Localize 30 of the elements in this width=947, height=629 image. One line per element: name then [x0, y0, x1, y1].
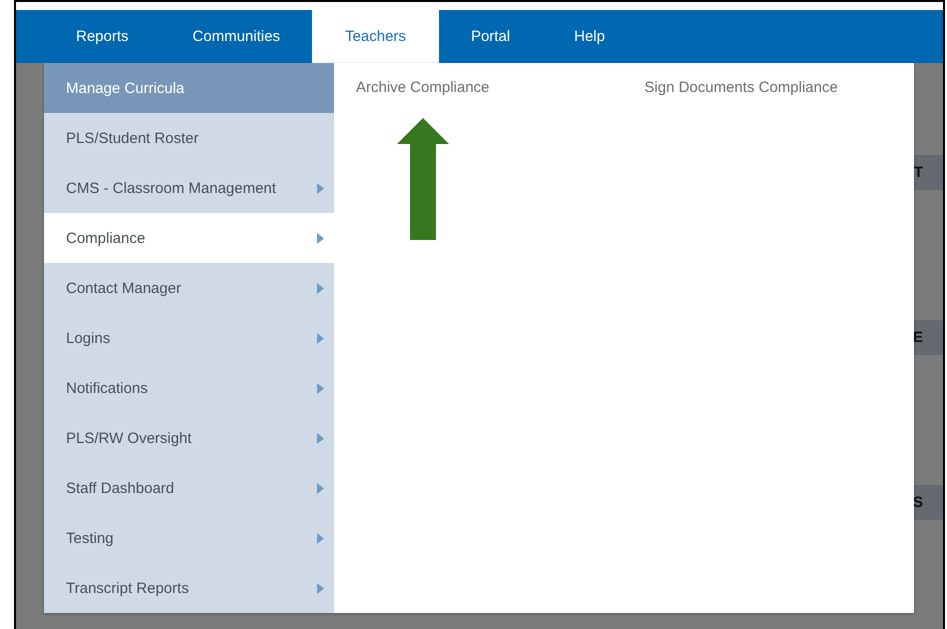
menu-item-label: Manage Curricula	[66, 80, 184, 96]
menu-item-label: Transcript Reports	[66, 580, 189, 596]
menu-item[interactable]: Transcript Reports	[44, 563, 334, 613]
menu-item-label: PLS/RW Oversight	[66, 430, 192, 446]
menu-item-label: CMS - Classroom Management	[66, 180, 276, 196]
nav-tab[interactable]: Teachers	[312, 10, 439, 63]
nav-tab[interactable]: Help	[552, 10, 627, 63]
menu-item[interactable]: Compliance	[44, 213, 334, 263]
nav-tab[interactable]: Portal	[448, 10, 532, 63]
menu-item[interactable]: Contact Manager	[44, 263, 334, 313]
menu-item-label: Logins	[66, 330, 110, 346]
menu-item-label: Compliance	[66, 230, 146, 246]
up-arrow-icon	[397, 118, 449, 240]
menu-item[interactable]: Logins	[44, 313, 334, 363]
menu-item[interactable]: CMS - Classroom Management	[44, 163, 334, 213]
menu-item-label: Contact Manager	[66, 280, 182, 296]
menu-item-label: Notifications	[66, 380, 148, 396]
menu-item-label: PLS/Student Roster	[66, 130, 199, 146]
menu-item[interactable]: PLS/Student Roster	[44, 113, 334, 163]
menu-item[interactable]: Staff Dashboard	[44, 463, 334, 513]
menu-item[interactable]: Notifications	[44, 363, 334, 413]
nav-tab[interactable]: Reports	[54, 10, 151, 63]
nav-tab[interactable]: Communities	[170, 10, 302, 63]
menu-item[interactable]: Testing	[44, 513, 334, 563]
submenu-link[interactable]: Sign Documents Compliance	[644, 79, 838, 96]
menu-item-label: Staff Dashboard	[66, 480, 174, 496]
menu-item-label: Testing	[66, 530, 114, 546]
submenu-link[interactable]: Archive Compliance	[356, 79, 490, 96]
menu-item[interactable]: PLS/RW Oversight	[44, 413, 334, 463]
menu-item[interactable]: Manage Curricula	[44, 63, 334, 113]
